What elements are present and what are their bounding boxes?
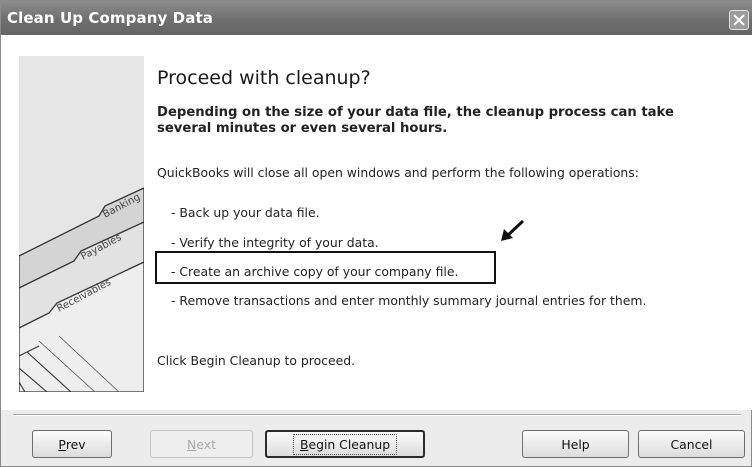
prev-button-label: rev [65,436,86,452]
cancel-button[interactable]: Cancel [638,430,745,458]
begin-cleanup-button[interactable]: Begin Cleanup [265,430,425,458]
operation-item-backup: - Back up your data file. [171,205,320,220]
folder-illustration: Banking Payables Receivables [18,56,145,393]
content-panel: Banking Payables Receivables Proceed wit… [1,35,752,410]
close-button[interactable] [729,10,749,30]
pointer-arrow-icon [501,219,525,241]
next-button[interactable]: Next [150,430,253,458]
prev-button-mnemonic: P [58,436,66,452]
begin-cleanup-label: egin Cleanup [308,436,391,452]
window-title: Clean Up Company Data [7,9,213,27]
warning-text: Depending on the size of your data file,… [157,105,674,136]
cancel-button-label: Cancel [670,436,713,452]
close-icon [733,14,745,26]
highlight-box [155,251,496,284]
next-button-mnemonic: N [187,436,197,452]
page-title: Proceed with cleanup? [157,67,371,89]
operation-item-remove: - Remove transactions and enter monthly … [171,293,647,308]
next-button-label: ext [196,436,216,452]
operation-item-verify: - Verify the integrity of your data. [171,235,379,250]
begin-cleanup-focus: Begin Cleanup [292,433,398,455]
intro-text: QuickBooks will close all open windows a… [157,165,639,180]
help-button[interactable]: Help [522,430,629,458]
help-button-label: Help [561,436,590,452]
button-separator [13,414,741,416]
title-bar[interactable]: Clean Up Company Data [1,1,752,35]
dialog-window: Clean Up Company Data Banking Payables R… [0,0,752,467]
prev-button[interactable]: Prev [32,430,112,458]
proceed-text: Click Begin Cleanup to proceed. [157,353,356,368]
